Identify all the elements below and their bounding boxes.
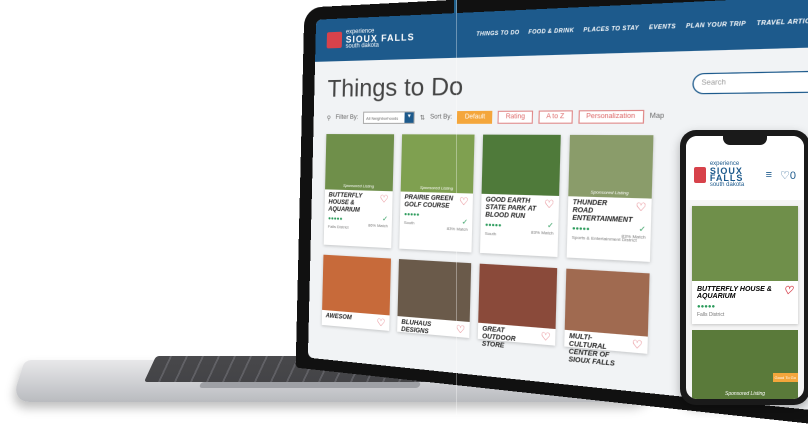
listing-card[interactable]: Sponsored Listing THUNDER ROAD ENTERTAIN… — [566, 134, 654, 262]
listing-card[interactable]: AWESOM ♡ — [321, 254, 391, 331]
sponsored-label: Sponsored Listing — [724, 391, 766, 397]
phone-header: experience SIOUX FALLS south dakota ≡ ♡0 — [686, 136, 804, 200]
heart-icon[interactable]: ♡ — [544, 199, 555, 211]
heart-icon[interactable]: ♡ — [456, 324, 466, 337]
match-percent-value: 86% Match — [368, 222, 388, 229]
nav-link-food-drink[interactable]: FOOD & DRINK — [528, 28, 574, 36]
sponsored-label: Sponsored Listing — [343, 182, 375, 189]
nav-link-plan-your-trip[interactable]: PLAN YOUR TRIP — [686, 21, 746, 30]
good-to-go-badge: Good To Go — [772, 373, 798, 382]
match-percent: ✓ 83% Match — [447, 217, 468, 232]
listing-photo: Sponsored Listing — [400, 134, 475, 194]
neighborhood-select[interactable]: All Neighborhoods ▾ — [362, 111, 415, 124]
listing-photo — [692, 206, 798, 281]
heart-icon[interactable]: ♡ — [632, 339, 643, 353]
listing-photo — [481, 134, 561, 196]
listing-name[interactable]: BUTTERFLY HOUSE & AQUARIUM ♡ — [692, 281, 798, 302]
sort-default[interactable]: Default — [457, 110, 493, 124]
match-percent: ✓ 83% Match — [530, 220, 554, 236]
listing-photo — [322, 254, 391, 316]
map-toggle[interactable]: Map — [650, 113, 665, 120]
divider-line — [456, 0, 457, 415]
heart-icon[interactable]: ♡ — [379, 194, 388, 206]
listing-name-text: BUTTERFLY HOUSE & AQUARIUM — [697, 286, 772, 300]
match-percent-value: 83% Match — [621, 233, 646, 240]
heart-icon[interactable]: ♡ — [459, 196, 469, 208]
search-input[interactable]: Search ⚲ — [692, 69, 808, 95]
menu-icon[interactable]: ≡ — [766, 169, 772, 182]
phone-notch — [723, 136, 767, 145]
listing-photo — [397, 259, 472, 322]
listing-location: Falls District — [697, 312, 725, 318]
listing-photo: Sponsored Listing — [568, 134, 654, 199]
logo-mark — [694, 167, 706, 183]
listing-card[interactable]: BLUHAUS DESIGNS ♡ — [397, 259, 472, 339]
listing-photo: Sponsored Listing — [325, 134, 395, 192]
match-percent: ✓ 83% Match — [621, 224, 646, 240]
listing-photo — [564, 268, 650, 337]
logo-mark — [326, 31, 343, 49]
heart-icon[interactable]: ♡ — [540, 331, 550, 344]
laptop-trackpad-lip — [198, 382, 422, 388]
logo-main: SIOUX FALLS — [709, 166, 744, 183]
nav-link-places-to-stay[interactable]: PLACES TO STAY — [583, 25, 639, 34]
search-placeholder: Search — [701, 79, 727, 88]
sponsored-label: Sponsored Listing — [419, 184, 454, 191]
logo-sub: south dakota — [345, 41, 379, 50]
page-title: Things to Do — [327, 72, 464, 103]
device-mockup-scene: experience SIOUX FALLS south dakota THIN… — [0, 0, 808, 433]
listing-card[interactable]: Sponsored Listing BUTTERFLY HOUSE & AQUA… — [323, 134, 395, 249]
phone-listing-card[interactable]: BUTTERFLY HOUSE & AQUARIUM ♡ ●●●●● Falls… — [692, 206, 798, 324]
filter-icon: ⚲ — [326, 115, 332, 122]
phone-logo-text[interactable]: experience SIOUX FALLS south dakota — [710, 161, 762, 189]
sort-icon: ⇅ — [419, 114, 426, 122]
match-percent-value: 83% Match — [446, 225, 468, 232]
heart-icon[interactable]: ♡ — [635, 202, 646, 215]
listing-card[interactable]: GOOD EARTH STATE PARK AT BLOOD RUN ♡ ●●●… — [480, 134, 561, 258]
chevron-down-icon: ▾ — [404, 112, 414, 123]
rating-dots: ●●●●● — [697, 304, 716, 310]
nav-link-things-to-do[interactable]: THINGS TO DO — [476, 30, 519, 38]
phone-header-icons: ≡ ♡0 — [766, 169, 796, 182]
heart-icon[interactable]: ♡ — [376, 317, 385, 329]
match-percent-value: 83% Match — [530, 229, 554, 236]
neighborhood-select-value: All Neighborhoods — [365, 115, 399, 121]
favorites-count: 0 — [789, 169, 796, 182]
favorites-heart-icon[interactable]: ♡0 — [780, 169, 796, 182]
match-percent: ✓ 86% Match — [368, 214, 388, 229]
phone-screen: experience SIOUX FALLS south dakota ≡ ♡0… — [686, 136, 804, 399]
listing-photo — [478, 263, 558, 330]
listing-card[interactable]: Sponsored Listing PRAIRIE GREEN GOLF COU… — [399, 134, 475, 253]
nav-link-travel-articles[interactable]: TRAVEL ARTICLES — [756, 18, 808, 28]
sort-rating[interactable]: Rating — [497, 110, 533, 124]
filter-by-label: Filter By: — [335, 114, 359, 121]
sort-personalization[interactable]: Personalization — [577, 109, 644, 124]
sort-by-label: Sort By: — [429, 114, 453, 121]
logo-text: experience SIOUX FALLS south dakota — [345, 26, 415, 50]
listing-card[interactable]: GREAT OUTDOOR STORE ♡ — [477, 263, 558, 350]
sort-a-to-z[interactable]: A to Z — [538, 110, 573, 124]
logo-sub: south dakota — [709, 182, 745, 188]
site-logo[interactable]: experience SIOUX FALLS south dakota — [326, 26, 415, 51]
sponsored-label: Sponsored Listing — [590, 188, 629, 196]
main-nav: THINGS TO DO FOOD & DRINK PLACES TO STAY… — [476, 16, 808, 38]
phone-listing-photo-2[interactable]: Sponsored Listing Good To Go — [692, 330, 798, 399]
nav-link-events[interactable]: EVENTS — [649, 24, 676, 32]
heart-icon[interactable]: ♡ — [783, 284, 793, 297]
listing-card[interactable]: MULTI-CULTURAL CENTER OF SIOUX FALLS ♡ — [564, 268, 650, 368]
